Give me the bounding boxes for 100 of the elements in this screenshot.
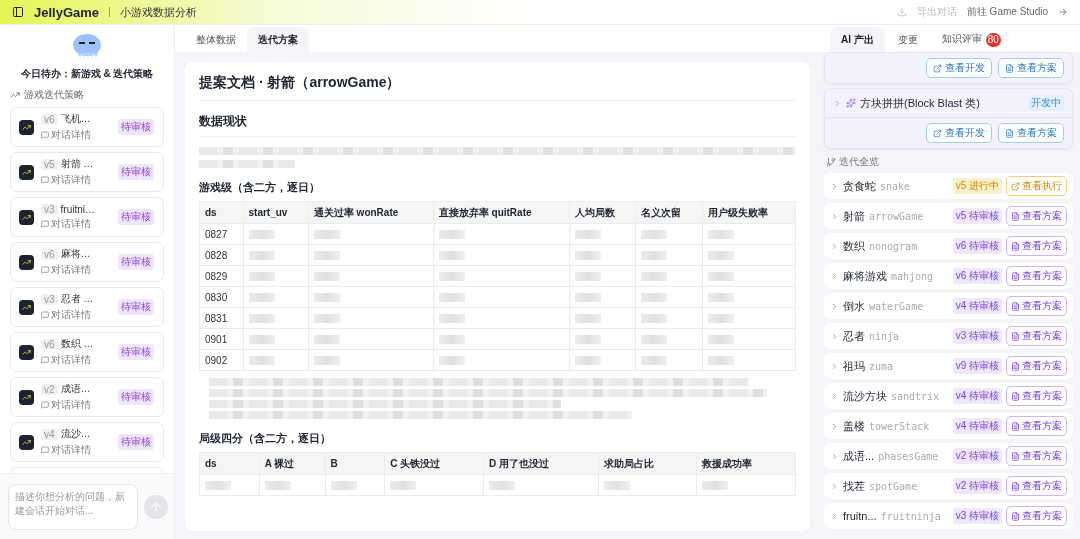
chat-detail-link[interactable]: 对话详情 bbox=[51, 398, 91, 412]
table-cell: 0827 bbox=[199, 223, 243, 245]
chat-detail-link[interactable]: 对话详情 bbox=[51, 308, 91, 322]
table-cell: 0828 bbox=[199, 244, 243, 266]
tab[interactable]: AI 产出 bbox=[830, 27, 885, 52]
studio-link[interactable]: 前往 Game Studio bbox=[966, 5, 1048, 19]
trend-icon bbox=[19, 209, 34, 225]
chat-icon bbox=[41, 446, 49, 454]
section-heading: 数据现状 bbox=[199, 113, 796, 137]
chat-card[interactable]: v4 流沙… 对话详情 待审核 bbox=[10, 422, 164, 462]
view-button[interactable]: 查看方案 bbox=[1006, 506, 1067, 526]
view-button[interactable]: 查看方案 bbox=[1006, 266, 1067, 286]
game-name: 盖楼 bbox=[843, 418, 865, 434]
status-tag: v3 待审核 bbox=[952, 508, 1002, 524]
chat-card[interactable]: v6 飞机… 对话详情 待审核 bbox=[10, 107, 164, 147]
table-cell: 0831 bbox=[199, 307, 243, 329]
view-button[interactable]: 查看方案 bbox=[1006, 296, 1067, 316]
chat-card[interactable]: v2 成语… 对话详情 待审核 bbox=[10, 377, 164, 417]
view-button[interactable]: 查看方案 bbox=[1006, 326, 1067, 346]
column-header: D 用了也没过 bbox=[483, 452, 599, 475]
iteration-row[interactable]: 成语... phasesGame v2 待审核 查看方案 bbox=[824, 443, 1073, 469]
app-subtitle: 小游戏数据分析 bbox=[120, 4, 198, 20]
chevron-icon bbox=[830, 241, 839, 251]
blurred-value bbox=[488, 480, 515, 490]
blurred-value bbox=[603, 480, 630, 490]
trend-icon bbox=[19, 389, 34, 405]
product-title: 方块拼拼(Block Blast 类) bbox=[860, 95, 980, 111]
version-tag: v2 bbox=[41, 383, 58, 395]
trend-icon bbox=[19, 164, 34, 180]
game-code: sandtrix bbox=[891, 390, 940, 402]
chat-detail-link[interactable]: 对话详情 bbox=[51, 443, 91, 457]
game-name: 射箭 bbox=[843, 208, 865, 224]
iteration-row[interactable]: fruitn... fruitninja v3 待审核 查看方案 bbox=[824, 503, 1073, 529]
game-name: 麻将游戏 bbox=[843, 268, 887, 284]
blurred-value bbox=[248, 313, 275, 323]
trend-icon bbox=[19, 344, 34, 360]
view-button[interactable]: 查看方案 bbox=[998, 58, 1064, 78]
chat-card[interactable]: v6 麻将… 对话详情 待审核 bbox=[10, 242, 164, 282]
chat-card[interactable]: v3 fruitni… 对话详情 待审核 bbox=[10, 197, 164, 237]
document-icon bbox=[1011, 481, 1020, 491]
column-header: start_uv bbox=[243, 201, 309, 224]
branch-icon bbox=[826, 157, 836, 167]
iteration-row[interactable]: 射箭 arrowGame v5 待审核 查看方案 bbox=[824, 203, 1073, 229]
view-button[interactable]: 查看方案 bbox=[998, 123, 1064, 143]
status-tag: 待审核 bbox=[118, 344, 154, 360]
view-button[interactable]: 查看方案 bbox=[1006, 356, 1067, 376]
iteration-row[interactable]: 麻将游戏 mahjong v6 待审核 查看方案 bbox=[824, 263, 1073, 289]
iteration-row[interactable]: 忍者 ninja v3 待审核 查看方案 bbox=[824, 323, 1073, 349]
status-tag: 待审核 bbox=[118, 254, 154, 270]
chat-detail-link[interactable]: 对话详情 bbox=[51, 128, 91, 142]
chat-card[interactable]: v5 射箭 … 对话详情 待审核 bbox=[10, 152, 164, 192]
game-code: fruitninja bbox=[880, 510, 941, 522]
view-button[interactable]: 查看方案 bbox=[1006, 446, 1067, 466]
view-button[interactable]: 查看方案 bbox=[1006, 386, 1067, 406]
view-button[interactable]: 查看开发 bbox=[926, 123, 992, 143]
section-heading: 游戏迭代策略 bbox=[24, 88, 84, 102]
chevron-icon bbox=[830, 181, 839, 191]
tab[interactable]: 变更 bbox=[886, 27, 929, 52]
tab[interactable]: 迭代方案 bbox=[247, 27, 309, 52]
tab[interactable]: 知识评审 80 bbox=[930, 27, 1012, 52]
view-button[interactable]: 查看方案 bbox=[1006, 416, 1067, 436]
chat-title: 流沙… bbox=[60, 427, 91, 441]
chat-detail-link[interactable]: 对话详情 bbox=[51, 173, 91, 187]
iteration-row[interactable]: 数织 nonogram v6 待审核 查看方案 bbox=[824, 233, 1073, 259]
chat-title: fruitni… bbox=[60, 203, 95, 215]
chat-icon bbox=[41, 131, 49, 139]
column-header: 人均局数 bbox=[569, 201, 636, 224]
todo-heading: 今日待办：新游戏 & 迭代策略 bbox=[19, 67, 155, 81]
view-button[interactable]: 查看方案 bbox=[1006, 476, 1067, 496]
column-header: 求助局占比 bbox=[598, 452, 697, 475]
iteration-row[interactable]: 贪食蛇 snake v5 进行中 查看执行 bbox=[824, 173, 1073, 199]
document-icon bbox=[1011, 361, 1020, 371]
status-tag: v4 待审核 bbox=[952, 298, 1002, 314]
chat-detail-link[interactable]: 对话详情 bbox=[51, 216, 91, 231]
version-tag: v5 bbox=[41, 158, 58, 170]
document-icon bbox=[1011, 301, 1020, 311]
view-button[interactable]: 查看方案 bbox=[1006, 236, 1067, 256]
iteration-row[interactable]: 倒水 waterGame v4 待审核 查看方案 bbox=[824, 293, 1073, 319]
game-name: 祖玛 bbox=[843, 358, 865, 374]
column-header: 直接放弃率 quitRate bbox=[433, 201, 570, 224]
status-tag: v9 待审核 bbox=[952, 358, 1002, 374]
chat-detail-link[interactable]: 对话详情 bbox=[51, 263, 91, 277]
blurred-value bbox=[438, 334, 465, 344]
tab[interactable]: 整体数据 bbox=[185, 27, 247, 52]
status-tag: v6 待审核 bbox=[952, 268, 1002, 284]
view-button[interactable]: 查看开发 bbox=[926, 58, 992, 78]
iteration-row[interactable]: 盖楼 towerStack v4 待审核 查看方案 bbox=[824, 413, 1073, 439]
chat-card[interactable]: v6 数织 … 对话详情 待审核 bbox=[10, 332, 164, 372]
sidebar-toggle-icon[interactable] bbox=[12, 6, 24, 18]
iteration-row[interactable]: 找茬 spotGame v2 待审核 查看方案 bbox=[824, 473, 1073, 499]
view-button[interactable]: 查看方案 bbox=[1006, 206, 1067, 226]
blurred-value bbox=[708, 271, 735, 281]
iteration-row[interactable]: 流沙方块 sandtrix v4 待审核 查看方案 bbox=[824, 383, 1073, 409]
chat-input[interactable]: 描述你想分析的问题，新建会话开始对话... bbox=[8, 483, 138, 530]
chat-title: 射箭 … bbox=[60, 157, 94, 171]
chat-detail-link[interactable]: 对话详情 bbox=[51, 353, 91, 367]
chat-card[interactable]: v3 忍者 … 对话详情 待审核 bbox=[10, 287, 164, 327]
iteration-row[interactable]: 祖玛 zuma v9 待审核 查看方案 bbox=[824, 353, 1073, 379]
download-icon bbox=[896, 7, 907, 17]
column-header: C 头铁没过 bbox=[384, 452, 484, 475]
